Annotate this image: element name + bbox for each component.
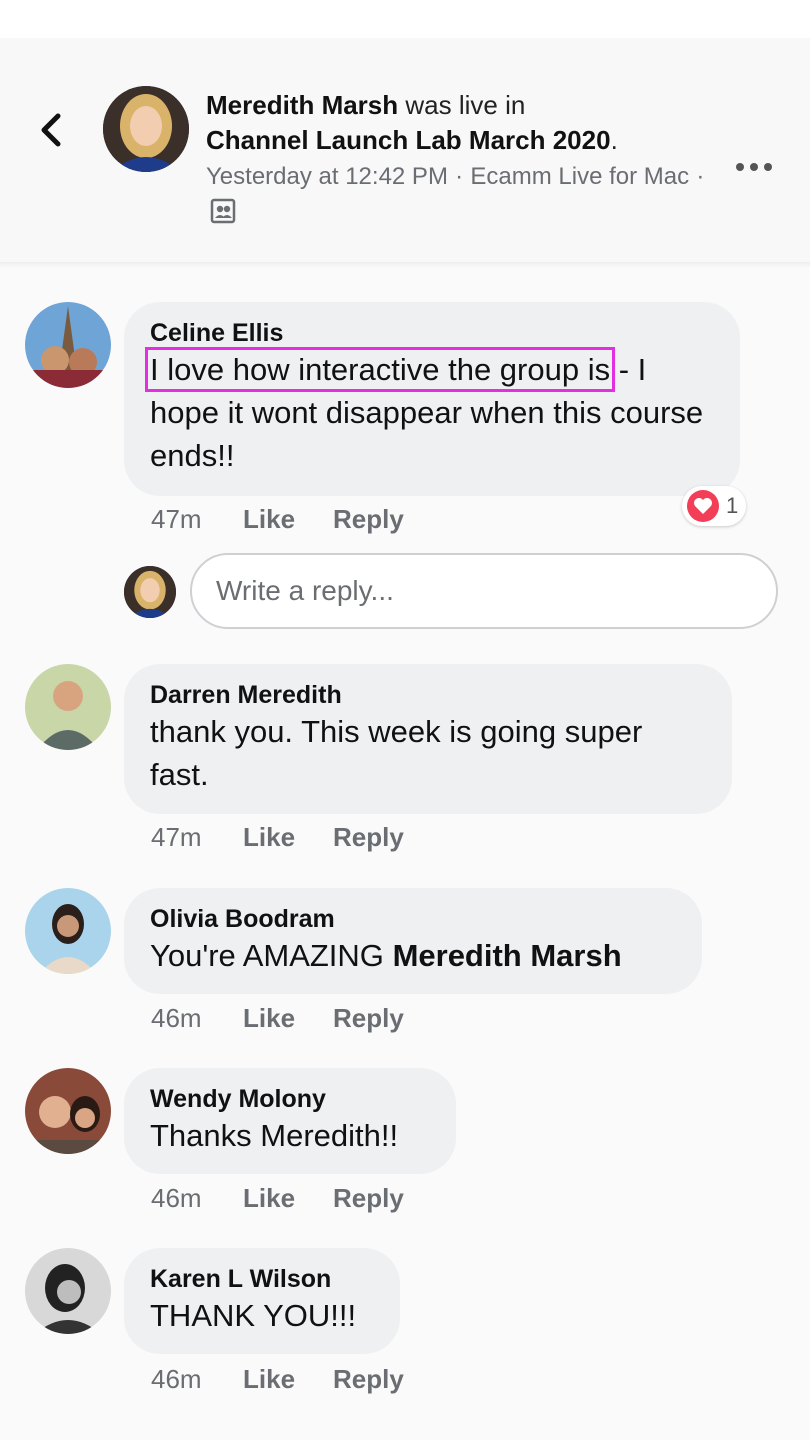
comment-text: I love how interactive the group is - I … xyxy=(144,347,714,477)
love-reaction-icon xyxy=(687,490,719,522)
comment-text: You're AMAZING Meredith Marsh xyxy=(150,934,676,977)
post-timestamp: Yesterday at 12:42 PM xyxy=(206,163,448,190)
reaction-badge[interactable]: 1 xyxy=(682,486,747,526)
comment-time: 46m xyxy=(151,1003,202,1033)
like-button[interactable]: Like xyxy=(243,822,333,853)
more-options-button[interactable] xyxy=(735,156,773,178)
my-avatar xyxy=(124,566,176,618)
meta-separator: · xyxy=(696,163,705,190)
like-button[interactable]: Like xyxy=(243,1003,333,1034)
comment-time: 46m xyxy=(151,1364,202,1394)
comment-author[interactable]: Darren Meredith xyxy=(150,680,706,710)
comment-bubble[interactable]: Wendy Molony Thanks Meredith!! xyxy=(124,1068,456,1174)
comment-actions: 46m Like Reply xyxy=(151,1183,404,1214)
commenter-avatar[interactable] xyxy=(25,302,111,388)
post-header: Meredith Marsh was live in Channel Launc… xyxy=(0,38,810,263)
group-name[interactable]: Channel Launch Lab March 2020 xyxy=(206,125,611,155)
post-header-text: Meredith Marsh was live in Channel Launc… xyxy=(206,88,726,229)
reply-button[interactable]: Reply xyxy=(333,504,404,535)
comment-author[interactable]: Olivia Boodram xyxy=(150,904,676,934)
comment-actions: 46m Like Reply xyxy=(151,1364,404,1395)
comment-author[interactable]: Karen L Wilson xyxy=(150,1264,374,1294)
status-bar-area xyxy=(0,0,810,38)
highlighted-text: I love how interactive the group is xyxy=(144,347,616,392)
like-button[interactable]: Like xyxy=(243,504,333,535)
comment-bubble[interactable]: Celine Ellis I love how interactive the … xyxy=(124,302,740,496)
comment-author[interactable]: Wendy Molony xyxy=(150,1084,430,1114)
reply-button[interactable]: Reply xyxy=(333,1003,404,1034)
comment-text: THANK YOU!!! xyxy=(150,1298,357,1333)
comment-bubble[interactable]: Olivia Boodram You're AMAZING Meredith M… xyxy=(124,888,702,994)
reply-button[interactable]: Reply xyxy=(333,1183,404,1214)
reply-placeholder: Write a reply... xyxy=(216,575,394,606)
comment-bubble[interactable]: Karen L Wilson THANK YOU!!! xyxy=(124,1248,400,1354)
mention-link[interactable]: Meredith Marsh xyxy=(393,938,622,973)
poster-name[interactable]: Meredith Marsh xyxy=(206,90,398,120)
comment-text: thank you. This week is going super fast… xyxy=(150,714,643,792)
group-icon xyxy=(210,198,236,224)
comment-bubble[interactable]: Darren Meredith thank you. This week is … xyxy=(124,664,732,814)
reaction-count: 1 xyxy=(726,493,739,518)
comment-time: 47m xyxy=(151,822,202,852)
meta-separator: · xyxy=(455,163,464,190)
commenter-avatar[interactable] xyxy=(25,1068,111,1154)
was-live-text: was live in xyxy=(405,90,526,120)
commenter-avatar[interactable] xyxy=(25,664,111,750)
like-button[interactable]: Like xyxy=(243,1183,333,1214)
reply-button[interactable]: Reply xyxy=(333,1364,404,1395)
commenter-avatar[interactable] xyxy=(25,888,111,974)
scroll-edge xyxy=(0,262,810,268)
comment-text: Thanks Meredith!! xyxy=(150,1118,399,1153)
comment-actions: 47m Like Reply xyxy=(151,504,404,535)
back-button[interactable] xyxy=(32,110,72,150)
post-source: Ecamm Live for Mac xyxy=(470,163,690,190)
header-period: . xyxy=(610,125,618,155)
commenter-avatar[interactable] xyxy=(25,1248,111,1334)
comment-actions: 47m Like Reply xyxy=(151,822,404,853)
like-button[interactable]: Like xyxy=(243,1364,333,1395)
reply-button[interactable]: Reply xyxy=(333,822,404,853)
comment-time: 47m xyxy=(151,504,202,534)
more-dots-icon xyxy=(736,163,772,171)
comment-author[interactable]: Celine Ellis xyxy=(150,318,714,348)
chevron-left-icon xyxy=(41,113,61,147)
comment-time: 46m xyxy=(151,1183,202,1213)
comment-actions: 46m Like Reply xyxy=(151,1003,404,1034)
poster-avatar[interactable] xyxy=(103,86,189,172)
reply-input[interactable]: Write a reply... xyxy=(190,553,778,629)
comment-text-main: You're AMAZING xyxy=(150,938,384,973)
